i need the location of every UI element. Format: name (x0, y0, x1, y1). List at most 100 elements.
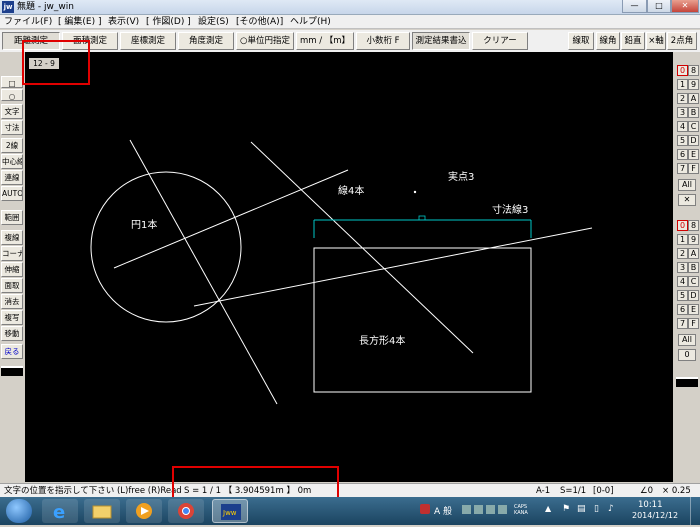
drawn-line-1[interactable] (129, 139, 278, 405)
menu-view[interactable]: 表示(V) (108, 16, 139, 28)
layer-9[interactable]: 9 (688, 79, 699, 90)
drawn-line-2[interactable] (113, 169, 349, 269)
layer-5[interactable]: 5 (677, 135, 688, 146)
group-e[interactable]: E (688, 304, 699, 315)
real-point[interactable] (413, 190, 417, 194)
line-style-indicator[interactable] (1, 366, 23, 376)
group-8[interactable]: 8 (688, 220, 699, 231)
unit-toggle-button[interactable]: mm / 【m】 (296, 32, 354, 50)
layer-clear-button[interactable]: ✕ (678, 194, 696, 206)
all-layers-button[interactable]: All (678, 179, 696, 191)
group-6[interactable]: 6 (677, 304, 688, 315)
layer-a[interactable]: A (688, 93, 699, 104)
status-scale[interactable]: S=1/1 (560, 485, 586, 497)
status-layer[interactable]: [0-0] (593, 485, 614, 497)
layer-4[interactable]: 4 (677, 121, 688, 132)
layer-d[interactable]: D (688, 135, 699, 146)
tool-circle[interactable]: ○ (1, 89, 23, 101)
group-2[interactable]: 2 (677, 248, 688, 259)
flag-icon[interactable]: ⚑ (562, 504, 570, 514)
group-a[interactable]: A (688, 248, 699, 259)
tray-app-icon[interactable] (420, 504, 430, 514)
layer-b[interactable]: B (688, 107, 699, 118)
layer-7[interactable]: 7 (677, 163, 688, 174)
menu-draw[interactable]: [ 作図(D) ] (146, 16, 191, 28)
tray-expand-icon[interactable]: ▲ (545, 504, 551, 513)
tool-undo[interactable]: 戻る (1, 344, 23, 359)
line-angle-button[interactable]: 線角 (596, 32, 620, 50)
menu-settings[interactable]: 設定(S) (198, 16, 229, 28)
x-axis-button[interactable]: ×軸 (646, 32, 666, 50)
tool-stretch[interactable]: 伸縮 (1, 262, 23, 277)
group-b[interactable]: B (688, 262, 699, 273)
jw-cad-taskbar-icon[interactable]: Jww (212, 499, 248, 523)
tool-copy[interactable]: 複写 (1, 310, 23, 325)
menu-help[interactable]: ヘルプ(H) (290, 16, 331, 28)
group-3[interactable]: 3 (677, 262, 688, 273)
ime-indicator[interactable]: A 般 (434, 504, 452, 517)
layer-8[interactable]: 8 (688, 65, 699, 76)
layer-6[interactable]: 6 (677, 149, 688, 160)
volume-icon[interactable]: ♪ (608, 504, 614, 514)
tool-dimension[interactable]: 寸法 (1, 120, 23, 135)
start-button-icon[interactable] (6, 499, 32, 523)
layer-3[interactable]: 3 (677, 107, 688, 118)
layer-2[interactable]: 2 (677, 93, 688, 104)
group-value-button[interactable]: 0 (678, 349, 696, 361)
decimal-digits-button[interactable]: 小数桁 F (356, 32, 410, 50)
explorer-folder-icon[interactable] (84, 499, 120, 523)
angle-measure-button[interactable]: 角度測定 (178, 32, 234, 50)
status-zoom[interactable]: × 0.25 (662, 485, 691, 497)
tool-offset[interactable]: 複線 (1, 230, 23, 245)
tool-connect-line[interactable]: 連線 (1, 170, 23, 185)
line-pick-button[interactable]: 線取 (568, 32, 594, 50)
clock-time[interactable]: 10:11 (638, 500, 663, 510)
tool-rectangle[interactable]: □ (1, 76, 23, 88)
menu-edit[interactable]: [ 編集(E) ] (58, 16, 101, 28)
clock-date[interactable]: 2014/12/12 (632, 511, 678, 520)
group-7[interactable]: 7 (677, 318, 688, 329)
group-d[interactable]: D (688, 290, 699, 301)
group-c[interactable]: C (688, 276, 699, 287)
tool-move[interactable]: 移動 (1, 326, 23, 341)
layer-color-indicator[interactable] (676, 377, 698, 387)
group-9[interactable]: 9 (688, 234, 699, 245)
tool-text[interactable]: 文字 (1, 104, 23, 119)
drawn-line-4[interactable] (193, 227, 593, 307)
tool-center-line[interactable]: 中心線 (1, 154, 23, 169)
layer-e[interactable]: E (688, 149, 699, 160)
network-icon[interactable]: ▤ (577, 504, 586, 514)
group-4[interactable]: 4 (677, 276, 688, 287)
unit-circle-button[interactable]: ○単位円指定 (236, 32, 294, 50)
coordinate-measure-button[interactable]: 座標測定 (120, 32, 176, 50)
status-paper-size[interactable]: A-1 (536, 485, 550, 497)
two-point-angle-button[interactable]: 2点角 (667, 32, 697, 50)
tool-chamfer[interactable]: 面取 (1, 278, 23, 293)
group-0[interactable]: 0 (677, 220, 688, 231)
tool-corner[interactable]: コーナー (1, 246, 23, 261)
status-angle[interactable]: ∠0 (640, 485, 653, 497)
clear-button[interactable]: クリアー (472, 32, 528, 50)
tool-range[interactable]: 範囲 (1, 210, 23, 225)
group-f[interactable]: F (688, 318, 699, 329)
menu-other[interactable]: [その他(A)] (236, 16, 283, 28)
ime-toolbar-icons[interactable] (462, 505, 508, 514)
battery-icon[interactable]: ▯ (594, 504, 599, 514)
all-groups-button[interactable]: All (678, 334, 696, 346)
minimize-button[interactable]: — (622, 0, 647, 13)
group-1[interactable]: 1 (677, 234, 688, 245)
vertical-button[interactable]: 鉛直 (621, 32, 645, 50)
menu-file[interactable]: ファイル(F) (4, 16, 52, 28)
maximize-button[interactable]: □ (647, 0, 671, 13)
layer-f[interactable]: F (688, 163, 699, 174)
layer-1[interactable]: 1 (677, 79, 688, 90)
tool-double-line[interactable]: 2線 (1, 138, 23, 153)
write-result-button[interactable]: 測定結果書込 (412, 32, 470, 50)
tool-erase[interactable]: 消去 (1, 294, 23, 309)
ie-icon[interactable]: e (42, 499, 78, 523)
layer-c[interactable]: C (688, 121, 699, 132)
show-desktop-button[interactable] (690, 497, 700, 525)
close-button[interactable]: ✕ (671, 0, 699, 13)
drawing-canvas[interactable]: 円1本 線4本 実点3 寸法線3 長方形4本 12 - 9 (25, 52, 673, 482)
tool-auto[interactable]: AUTO (1, 186, 23, 201)
